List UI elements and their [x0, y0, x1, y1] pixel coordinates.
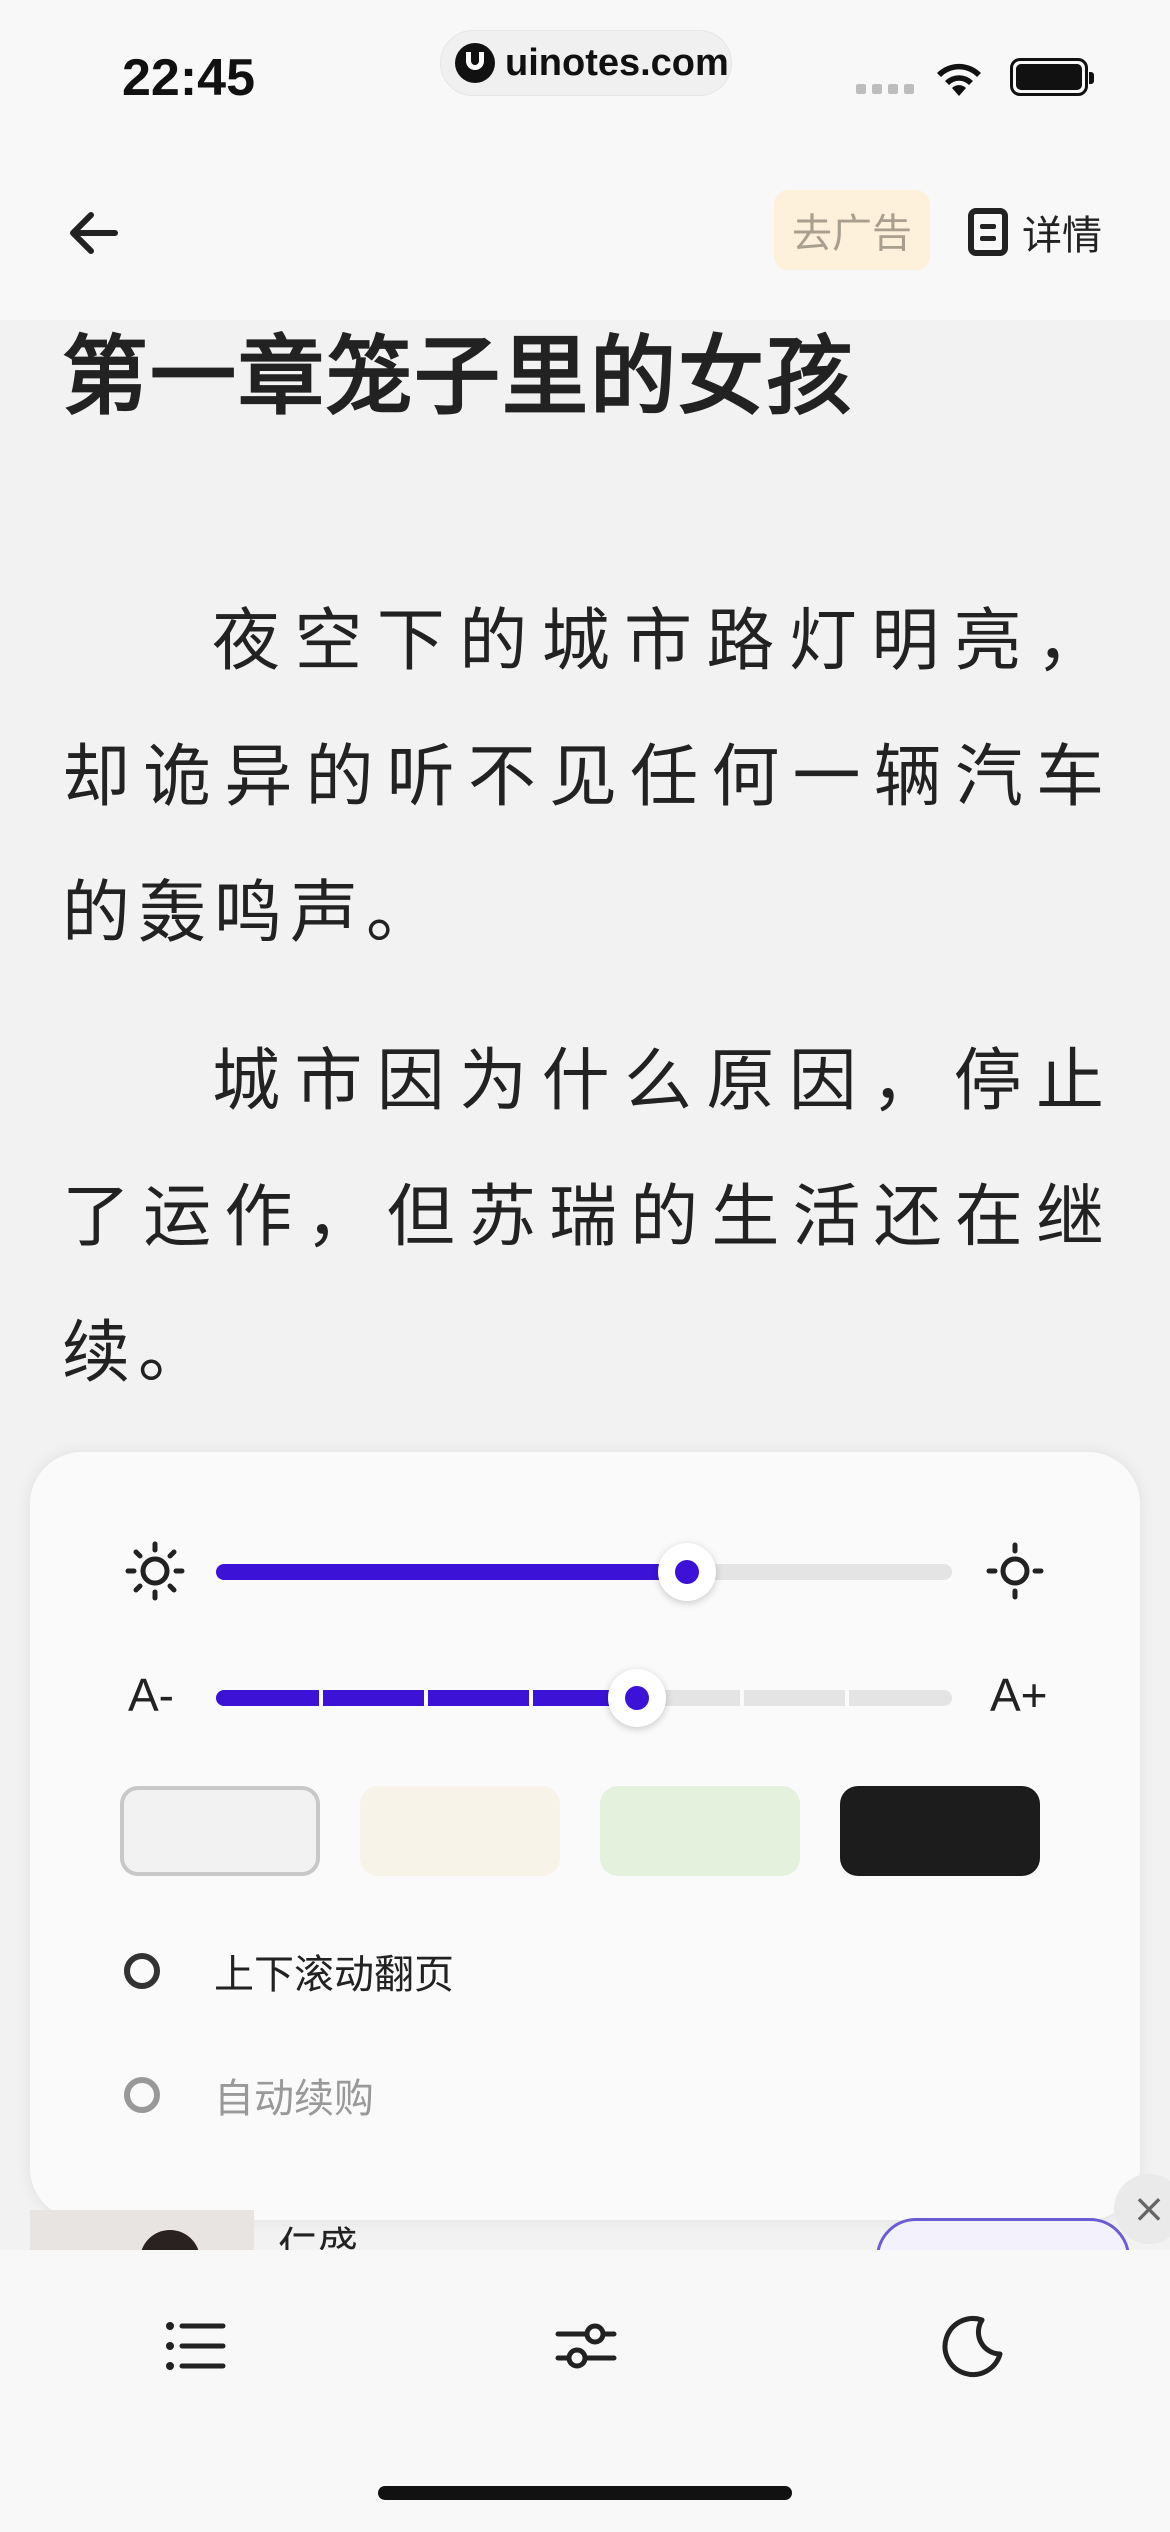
details-button[interactable]: 详情: [968, 202, 1102, 262]
font-size-step-divider: [529, 1690, 534, 1706]
auto-purchase-label: 自动续购: [214, 2076, 374, 2122]
url-pill[interactable]: uinotes.com: [440, 30, 732, 96]
brightness-slider-fill: [216, 1564, 688, 1580]
font-increase-button[interactable]: A+: [990, 1668, 1048, 1722]
night-mode-button[interactable]: [934, 2306, 1014, 2386]
reader-header: 去广告 详情: [0, 140, 1170, 320]
battery-icon: [1010, 58, 1094, 96]
menu-list-icon: [166, 2322, 226, 2370]
document-icon: [968, 208, 1008, 256]
brightness-low-icon: [120, 1536, 190, 1606]
radio-icon: [124, 2077, 160, 2113]
theme-swatch-gray[interactable]: [120, 1786, 320, 1876]
table-of-contents-button[interactable]: [156, 2306, 236, 2386]
brightness-slider-handle[interactable]: [658, 1543, 717, 1601]
radio-icon: [124, 1953, 160, 1989]
font-size-slider[interactable]: [216, 1669, 952, 1727]
vertical-scroll-option[interactable]: 上下滚动翻页: [124, 1942, 454, 2000]
theme-swatch-cream[interactable]: [360, 1786, 560, 1876]
cellular-signal-icon: [856, 84, 914, 94]
theme-selector: [120, 1786, 1040, 1878]
wifi-icon: [937, 63, 981, 96]
brightness-slider[interactable]: [216, 1543, 952, 1601]
site-logo-icon: [455, 43, 495, 83]
status-bar: 22:45 uinotes.com: [0, 0, 1170, 140]
vertical-scroll-label: 上下滚动翻页: [214, 1952, 454, 1998]
ad-banner[interactable]: 仁盛: [30, 2200, 1140, 2250]
auto-purchase-option[interactable]: 自动续购: [124, 2066, 374, 2124]
ad-image: [30, 2210, 254, 2250]
chapter-title: 第一章笼子里的女孩: [62, 327, 854, 427]
font-size-step-divider: [424, 1690, 429, 1706]
font-size-step-divider: [319, 1690, 324, 1706]
brightness-high-icon: [980, 1536, 1050, 1606]
reading-settings-panel: A- A+ 上下滚动翻页 自动续购: [30, 1452, 1140, 2220]
close-icon: ×: [1132, 2186, 1166, 2232]
remove-ads-button[interactable]: 去广告: [774, 190, 930, 270]
home-indicator: [378, 2486, 792, 2500]
theme-swatch-dark[interactable]: [840, 1786, 1040, 1876]
ad-action-button[interactable]: [876, 2218, 1130, 2250]
back-button[interactable]: [58, 198, 128, 268]
font-decrease-button[interactable]: A-: [128, 1668, 174, 1722]
ad-text: 仁盛: [278, 2224, 358, 2250]
status-time: 22:45: [122, 49, 255, 107]
paragraph: 城市因为什么原因，停止了运作，但苏瑞的生活还在继续。: [62, 1042, 1112, 1393]
font-size-step-divider: [739, 1690, 744, 1706]
reader-screen: 22:45 uinotes.com 去广告 详情 第一章笼子里的女孩 夜空下的城…: [0, 0, 1170, 2532]
reading-settings-button[interactable]: [546, 2306, 626, 2386]
url-text: uinotes.com: [505, 41, 729, 84]
moon-icon: [942, 2316, 1003, 2377]
paragraph: 夜空下的城市路灯明亮，却诡异的听不见任何一辆汽车的轰鸣声。: [62, 602, 1112, 953]
settings-sliders-icon: [555, 2323, 617, 2369]
theme-swatch-green[interactable]: [600, 1786, 800, 1876]
font-size-step-divider: [844, 1690, 849, 1706]
font-size-slider-handle[interactable]: [607, 1669, 666, 1727]
arrow-left-icon: [70, 212, 118, 254]
details-label: 详情: [1022, 213, 1102, 259]
